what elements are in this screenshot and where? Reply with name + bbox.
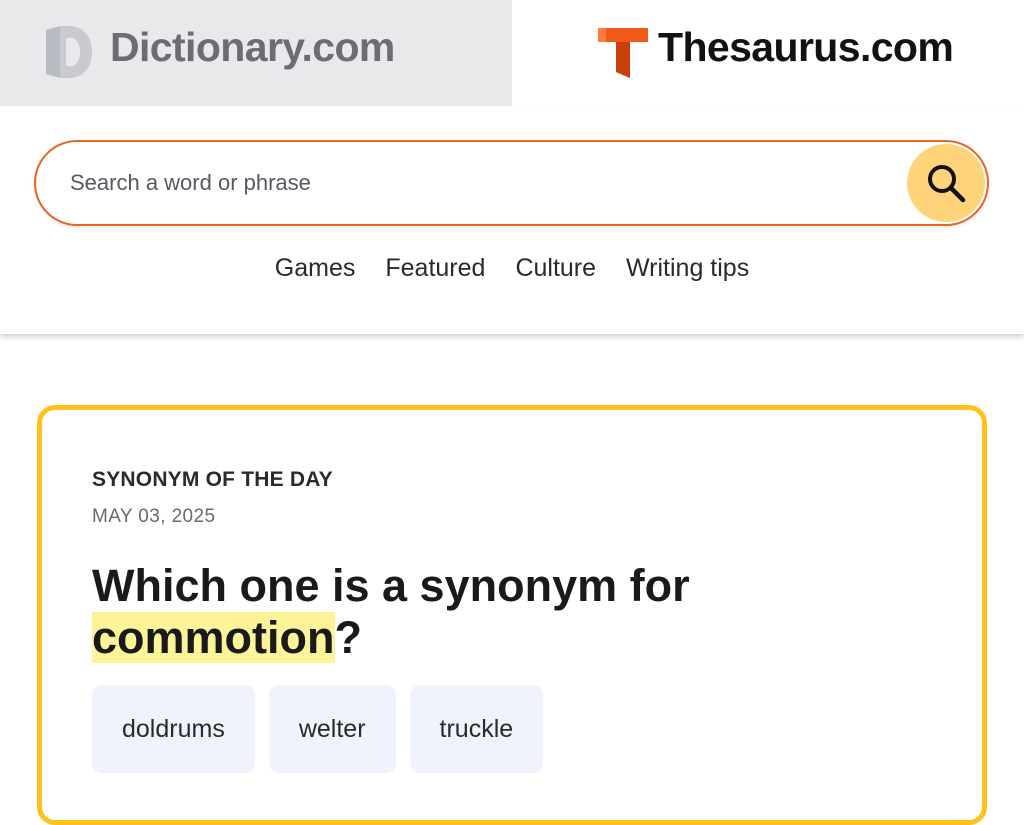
dictionary-logo-icon <box>46 26 92 78</box>
question-prefix: Which one is a synonym for <box>92 560 690 611</box>
site-tabs: Dictionary.com Thesaurus.com <box>0 0 1024 106</box>
thesaurus-logo-icon <box>598 28 648 78</box>
dictionary-tab[interactable]: Dictionary.com <box>0 0 512 106</box>
search-button[interactable] <box>907 144 985 222</box>
answer-options: doldrums welter truckle <box>92 685 544 773</box>
nav-writing-tips[interactable]: Writing tips <box>626 254 749 283</box>
main-nav: Games Featured Culture Writing tips <box>0 254 1024 283</box>
thesaurus-tab[interactable]: Thesaurus.com <box>512 0 1024 106</box>
card-eyebrow: SYNONYM OF THE DAY <box>92 468 333 491</box>
card-date: MAY 03, 2025 <box>92 506 216 527</box>
search-input[interactable] <box>70 162 890 204</box>
question-suffix: ? <box>334 612 363 663</box>
nav-culture[interactable]: Culture <box>515 254 596 283</box>
option-doldrums[interactable]: doldrums <box>92 685 255 773</box>
search-icon <box>928 165 966 203</box>
dictionary-logo-text: Dictionary.com <box>110 24 395 70</box>
synonym-of-the-day-card: SYNONYM OF THE DAY MAY 03, 2025 Which on… <box>37 405 987 825</box>
highlighted-word: commotion <box>92 612 335 663</box>
card-question: Which one is a synonym for commotion? <box>92 560 952 664</box>
search-bar <box>34 140 989 226</box>
header: Games Featured Culture Writing tips <box>0 106 1024 334</box>
option-truckle[interactable]: truckle <box>409 685 544 773</box>
option-welter[interactable]: welter <box>268 685 396 773</box>
nav-featured[interactable]: Featured <box>385 254 485 283</box>
thesaurus-logo-text: Thesaurus.com <box>658 24 954 70</box>
nav-games[interactable]: Games <box>275 254 356 283</box>
